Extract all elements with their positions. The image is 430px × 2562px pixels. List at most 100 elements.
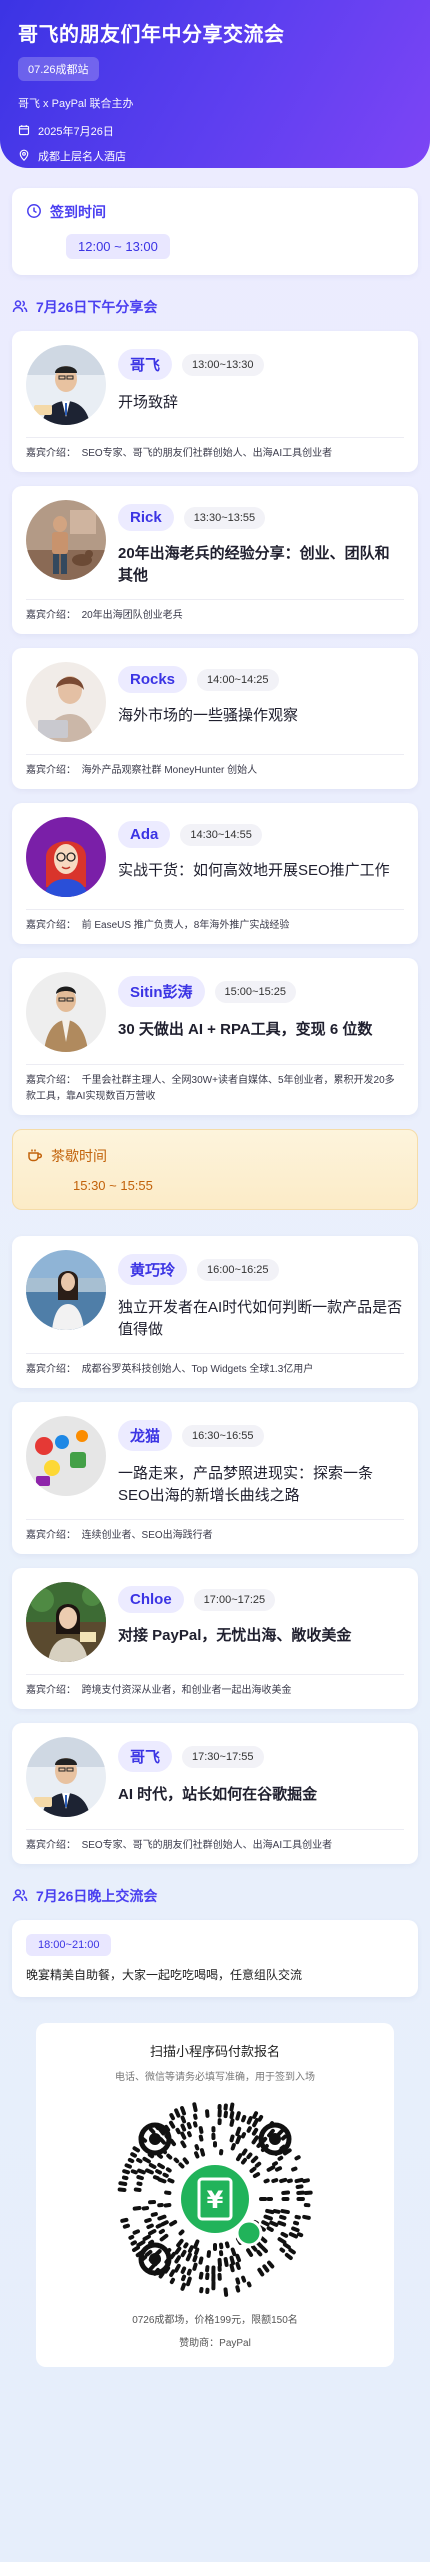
qr-dot [194,2144,200,2151]
qr-dot [124,2163,132,2169]
qr-dot [295,2184,304,2189]
qr-dot [254,2161,262,2168]
speaker-card[interactable]: 哥飞 17:30~17:55 AI 时代，站长如何在谷歌掘金 嘉宾介绍： SEO… [12,1723,418,1864]
qr-dot [187,2245,194,2254]
speaker-name: 哥飞 [118,1741,173,1772]
qr-dot [293,2220,300,2226]
speaker-card[interactable]: 龙猫 16:30~16:55 一路走来，产品梦照进现实：探索一条SEO出海的新增… [12,1402,418,1554]
qr-dot [128,2234,135,2240]
qr-dot [130,2169,138,2175]
qr-dot [257,2114,264,2122]
qr-dot [246,2281,252,2288]
speaker-topic: AI 时代，站长如何在谷歌掘金 [118,1786,318,1803]
qr-dot [198,2271,204,2280]
qr-dot [192,2254,198,2263]
speaker-time: 14:00~14:25 [197,668,279,691]
qr-dot [263,2214,273,2221]
qr-dot [251,2135,259,2145]
qr-dot [193,2239,200,2249]
evening-time: 18:00~21:00 [26,1934,112,1956]
qr-dot [122,2223,131,2229]
qr-dot [294,2214,301,2220]
qr-dot [235,2135,242,2145]
qr-dot [261,2136,268,2143]
qr-dot [236,2153,243,2162]
qr-dot [250,2155,259,2164]
speaker-card[interactable]: 哥飞 13:00~13:30 开场致辞 嘉宾介绍： SEO专家、哥飞的朋友们社群… [12,331,418,472]
qr-dot [291,2226,300,2233]
speaker-name: 黄巧玲 [118,1254,188,1285]
qr-dot [230,2247,237,2257]
avatar [26,972,106,1052]
qr-dot [240,2132,247,2139]
qr-dot [169,2138,177,2147]
qr-dot [230,2143,236,2151]
event-location: 成都上层名人酒店 [38,151,126,163]
speaker-bio: 嘉宾介绍： 前 EaseUS 推广负责人，8年海外推广实战经验 [26,909,404,934]
mini-program-qr-code[interactable]: ¥ [117,2101,313,2297]
tea-break-card: 茶歇时间 15:30 ~ 15:55 [12,1129,418,1210]
qr-dot [198,2134,204,2142]
qr-dot [122,2169,131,2175]
qr-dot [148,2229,157,2236]
qr-dot [260,2245,268,2254]
avatar [26,817,106,897]
qr-dot [136,2175,144,2181]
qr-dot [174,2108,181,2118]
qr-dot [274,2166,283,2172]
speaker-card[interactable]: Rocks 14:00~14:25 海外市场的一些骚操作观察 嘉宾介绍： 海外产… [12,648,418,789]
speaker-time: 15:00~15:25 [214,980,296,1003]
qr-dot [288,2248,296,2255]
qr-dot [121,2175,129,2181]
avatar [26,1250,106,1330]
speaker-card[interactable]: Sitin彭涛 15:00~15:25 30 天做出 AI + RPA工具，变现… [12,958,418,1115]
qr-dot [144,2217,152,2224]
speaker-name: Ada [118,821,171,848]
mini-program-badge-icon [235,2219,263,2247]
qr-dot [166,2153,173,2160]
qr-dot [174,2246,182,2255]
qr-dot [229,2255,236,2266]
qr-dot [199,2148,206,2157]
qr-dot [173,2157,180,2164]
speaker-topic: 实战干货：如何高效地开展SEO推广工作 [118,862,390,879]
qr-title: 扫描小程序码付款报名 [149,2044,280,2059]
qr-dot [271,2178,279,2184]
avatar [26,662,106,742]
qr-dot [180,2266,187,2274]
signin-time: 12:00 ~ 13:00 [66,234,170,259]
qr-dot [266,2165,276,2172]
qr-finder-center [149,2253,161,2265]
speaker-bio: 嘉宾介绍： 连续创业者、SEO出海践行者 [26,1519,404,1544]
clock-icon [26,203,42,222]
qr-finder-center [269,2133,281,2145]
qr-dot [229,2134,235,2143]
co-host-line: 哥飞 x PayPal 联合主办 [18,98,134,110]
speaker-topic: 开场致辞 [118,394,179,411]
qr-dot [176,2238,184,2248]
qr-dot [185,2276,192,2287]
qr-dot [265,2208,275,2215]
afternoon-section-title: 7月26日下午分享会 [12,297,418,317]
qr-dot [132,2229,141,2235]
qr-dot [192,2121,198,2128]
qr-dot [193,2113,198,2120]
qr-dot [282,2242,291,2250]
qr-dot [156,2153,164,2159]
date-row: 2025年7月26日 [18,123,412,139]
speaker-name: Rick [118,504,174,531]
speaker-card[interactable]: Ada 14:30~14:55 实战干货：如何高效地开展SEO推广工作 嘉宾介绍… [12,803,418,944]
qr-dot [142,2234,151,2242]
qr-dot [235,2111,241,2121]
speaker-name: Chloe [118,1586,184,1613]
qr-dot [167,2178,175,2184]
yen-sign-icon: ¥ [207,2186,224,2214]
evening-description: 晚宴精美自助餐，大家一起吃吃喝喝，任意组队交流 [26,1968,303,1982]
speaker-time: 14:30~14:55 [180,823,262,846]
speaker-card[interactable]: 黄巧玲 16:00~16:25 独立开发者在AI时代如何判断一款产品是否值得做 … [12,1236,418,1388]
speaker-topic: 20年出海老兵的经验分享：创业、团队和其他 [118,545,390,584]
speaker-card[interactable]: Rick 13:30~13:55 20年出海老兵的经验分享：创业、团队和其他 嘉… [12,486,418,634]
tea-break-title: 茶歇时间 [51,1148,107,1164]
speaker-card[interactable]: Chloe 17:00~17:25 对接 PayPal，无忧出海、敞收美金 嘉宾… [12,1568,418,1709]
qr-dot [175,2127,181,2135]
